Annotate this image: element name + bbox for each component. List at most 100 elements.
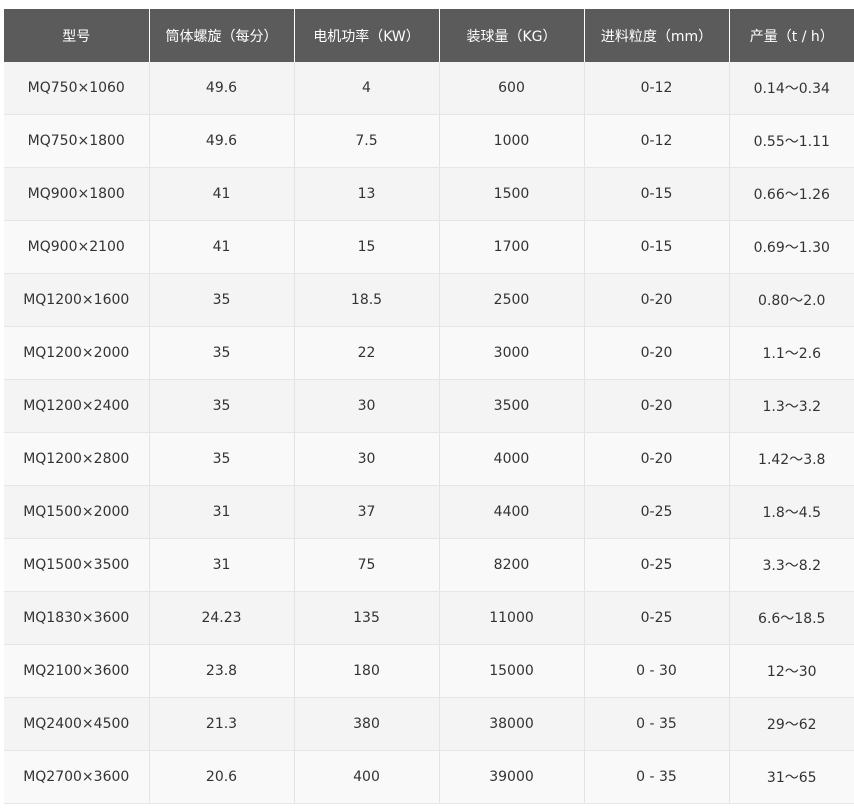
cell-model: MQ1200×1600: [4, 273, 150, 327]
cell-ball-load: 4400: [439, 485, 585, 539]
header-feed-size: 进料粒度（mm）: [584, 9, 730, 62]
cell-model: MQ2700×3600: [4, 750, 150, 804]
cell-feed-size: 0-20: [584, 379, 730, 433]
cell-feed-size: 0-12: [584, 62, 730, 115]
cell-model: MQ900×2100: [4, 220, 150, 274]
cell-motor-power: 180: [294, 644, 440, 698]
cell-motor-power: 75: [294, 538, 440, 592]
cell-cylinder-speed: 20.6: [149, 750, 295, 804]
cell-capacity: 1.1～2.6: [729, 326, 854, 380]
cell-motor-power: 4: [294, 62, 440, 115]
header-ball-load: 装球量（KG）: [439, 9, 585, 62]
header-cylinder-speed: 筒体螺旋（每分）: [149, 9, 295, 62]
cell-cylinder-speed: 24.23: [149, 591, 295, 645]
cell-model: MQ750×1060: [4, 62, 150, 115]
cell-feed-size: 0-20: [584, 432, 730, 486]
cell-model: MQ1500×3500: [4, 538, 150, 592]
cell-cylinder-speed: 41: [149, 220, 295, 274]
cell-ball-load: 8200: [439, 538, 585, 592]
cell-ball-load: 3500: [439, 379, 585, 433]
cell-capacity: 0.69～1.30: [729, 220, 854, 274]
cell-feed-size: 0 - 35: [584, 697, 730, 751]
table-row: MQ750×1060 49.6 4 600 0-12 0.14～0.34: [4, 62, 854, 115]
cell-cylinder-speed: 41: [149, 167, 295, 221]
cell-model: MQ2400×4500: [4, 697, 150, 751]
cell-feed-size: 0-12: [584, 114, 730, 168]
cell-capacity: 12～30: [729, 644, 854, 698]
cell-motor-power: 7.5: [294, 114, 440, 168]
cell-feed-size: 0-15: [584, 220, 730, 274]
cell-feed-size: 0-15: [584, 167, 730, 221]
header-row: 型号 筒体螺旋（每分） 电机功率（KW） 装球量（KG） 进料粒度（mm） 产量…: [4, 9, 854, 62]
cell-cylinder-speed: 35: [149, 326, 295, 380]
header-capacity: 产量（t / h）: [729, 9, 854, 62]
cell-model: MQ750×1800: [4, 114, 150, 168]
cell-motor-power: 380: [294, 697, 440, 751]
table-row: MQ1200×2800 35 30 4000 0-20 1.42～3.8: [4, 432, 854, 486]
table-row: MQ1830×3600 24.23 135 11000 0-25 6.6～18.5: [4, 591, 854, 645]
header-motor-power: 电机功率（KW）: [294, 9, 440, 62]
cell-capacity: 3.3～8.2: [729, 538, 854, 592]
cell-feed-size: 0-25: [584, 538, 730, 592]
cell-model: MQ1830×3600: [4, 591, 150, 645]
cell-model: MQ1200×2400: [4, 379, 150, 433]
table-body: MQ750×1060 49.6 4 600 0-12 0.14～0.34 MQ750×180…: [4, 62, 854, 804]
table-row: MQ1200×2400 35 30 3500 0-20 1.3～3.2: [4, 379, 854, 433]
cell-model: MQ1200×2000: [4, 326, 150, 380]
cell-cylinder-speed: 35: [149, 273, 295, 327]
table-row: MQ2100×3600 23.8 180 15000 0 - 30 12～30: [4, 644, 854, 698]
cell-ball-load: 1700: [439, 220, 585, 274]
table-header: 型号 筒体螺旋（每分） 电机功率（KW） 装球量（KG） 进料粒度（mm） 产量…: [4, 9, 854, 62]
cell-motor-power: 22: [294, 326, 440, 380]
cell-cylinder-speed: 31: [149, 538, 295, 592]
cell-motor-power: 15: [294, 220, 440, 274]
cell-capacity: 1.3～3.2: [729, 379, 854, 433]
ball-mill-spec-table: 型号 筒体螺旋（每分） 电机功率（KW） 装球量（KG） 进料粒度（mm） 产量…: [4, 9, 854, 804]
table-row: MQ2400×4500 21.3 380 38000 0 - 35 29～62: [4, 697, 854, 751]
cell-capacity: 1.8～4.5: [729, 485, 854, 539]
cell-model: MQ900×1800: [4, 167, 150, 221]
cell-ball-load: 4000: [439, 432, 585, 486]
cell-model: MQ1500×2000: [4, 485, 150, 539]
cell-cylinder-speed: 35: [149, 432, 295, 486]
cell-capacity: 31～65: [729, 750, 854, 804]
cell-ball-load: 15000: [439, 644, 585, 698]
cell-feed-size: 0 - 30: [584, 644, 730, 698]
cell-motor-power: 400: [294, 750, 440, 804]
cell-ball-load: 38000: [439, 697, 585, 751]
cell-feed-size: 0 - 35: [584, 750, 730, 804]
cell-motor-power: 18.5: [294, 273, 440, 327]
cell-cylinder-speed: 49.6: [149, 62, 295, 115]
cell-feed-size: 0-25: [584, 591, 730, 645]
cell-motor-power: 13: [294, 167, 440, 221]
cell-cylinder-speed: 23.8: [149, 644, 295, 698]
cell-model: MQ1200×2800: [4, 432, 150, 486]
cell-capacity: 0.80～2.0: [729, 273, 854, 327]
cell-ball-load: 1500: [439, 167, 585, 221]
cell-capacity: 0.55～1.11: [729, 114, 854, 168]
cell-cylinder-speed: 31: [149, 485, 295, 539]
cell-ball-load: 600: [439, 62, 585, 115]
cell-model: MQ2100×3600: [4, 644, 150, 698]
cell-capacity: 6.6～18.5: [729, 591, 854, 645]
cell-cylinder-speed: 49.6: [149, 114, 295, 168]
cell-motor-power: 30: [294, 379, 440, 433]
cell-motor-power: 37: [294, 485, 440, 539]
cell-cylinder-speed: 35: [149, 379, 295, 433]
header-model: 型号: [4, 9, 150, 62]
cell-cylinder-speed: 21.3: [149, 697, 295, 751]
table-row: MQ1500×3500 31 75 8200 0-25 3.3～8.2: [4, 538, 854, 592]
table-row: MQ1500×2000 31 37 4400 0-25 1.8～4.5: [4, 485, 854, 539]
table-row: MQ900×2100 41 15 1700 0-15 0.69～1.30: [4, 220, 854, 274]
cell-feed-size: 0-25: [584, 485, 730, 539]
table-row: MQ1200×2000 35 22 3000 0-20 1.1～2.6: [4, 326, 854, 380]
cell-ball-load: 2500: [439, 273, 585, 327]
cell-capacity: 0.66～1.26: [729, 167, 854, 221]
cell-ball-load: 39000: [439, 750, 585, 804]
cell-ball-load: 1000: [439, 114, 585, 168]
cell-motor-power: 135: [294, 591, 440, 645]
cell-capacity: 0.14～0.34: [729, 62, 854, 115]
table-row: MQ900×1800 41 13 1500 0-15 0.66～1.26: [4, 167, 854, 221]
cell-motor-power: 30: [294, 432, 440, 486]
table-row: MQ1200×1600 35 18.5 2500 0-20 0.80～2.0: [4, 273, 854, 327]
